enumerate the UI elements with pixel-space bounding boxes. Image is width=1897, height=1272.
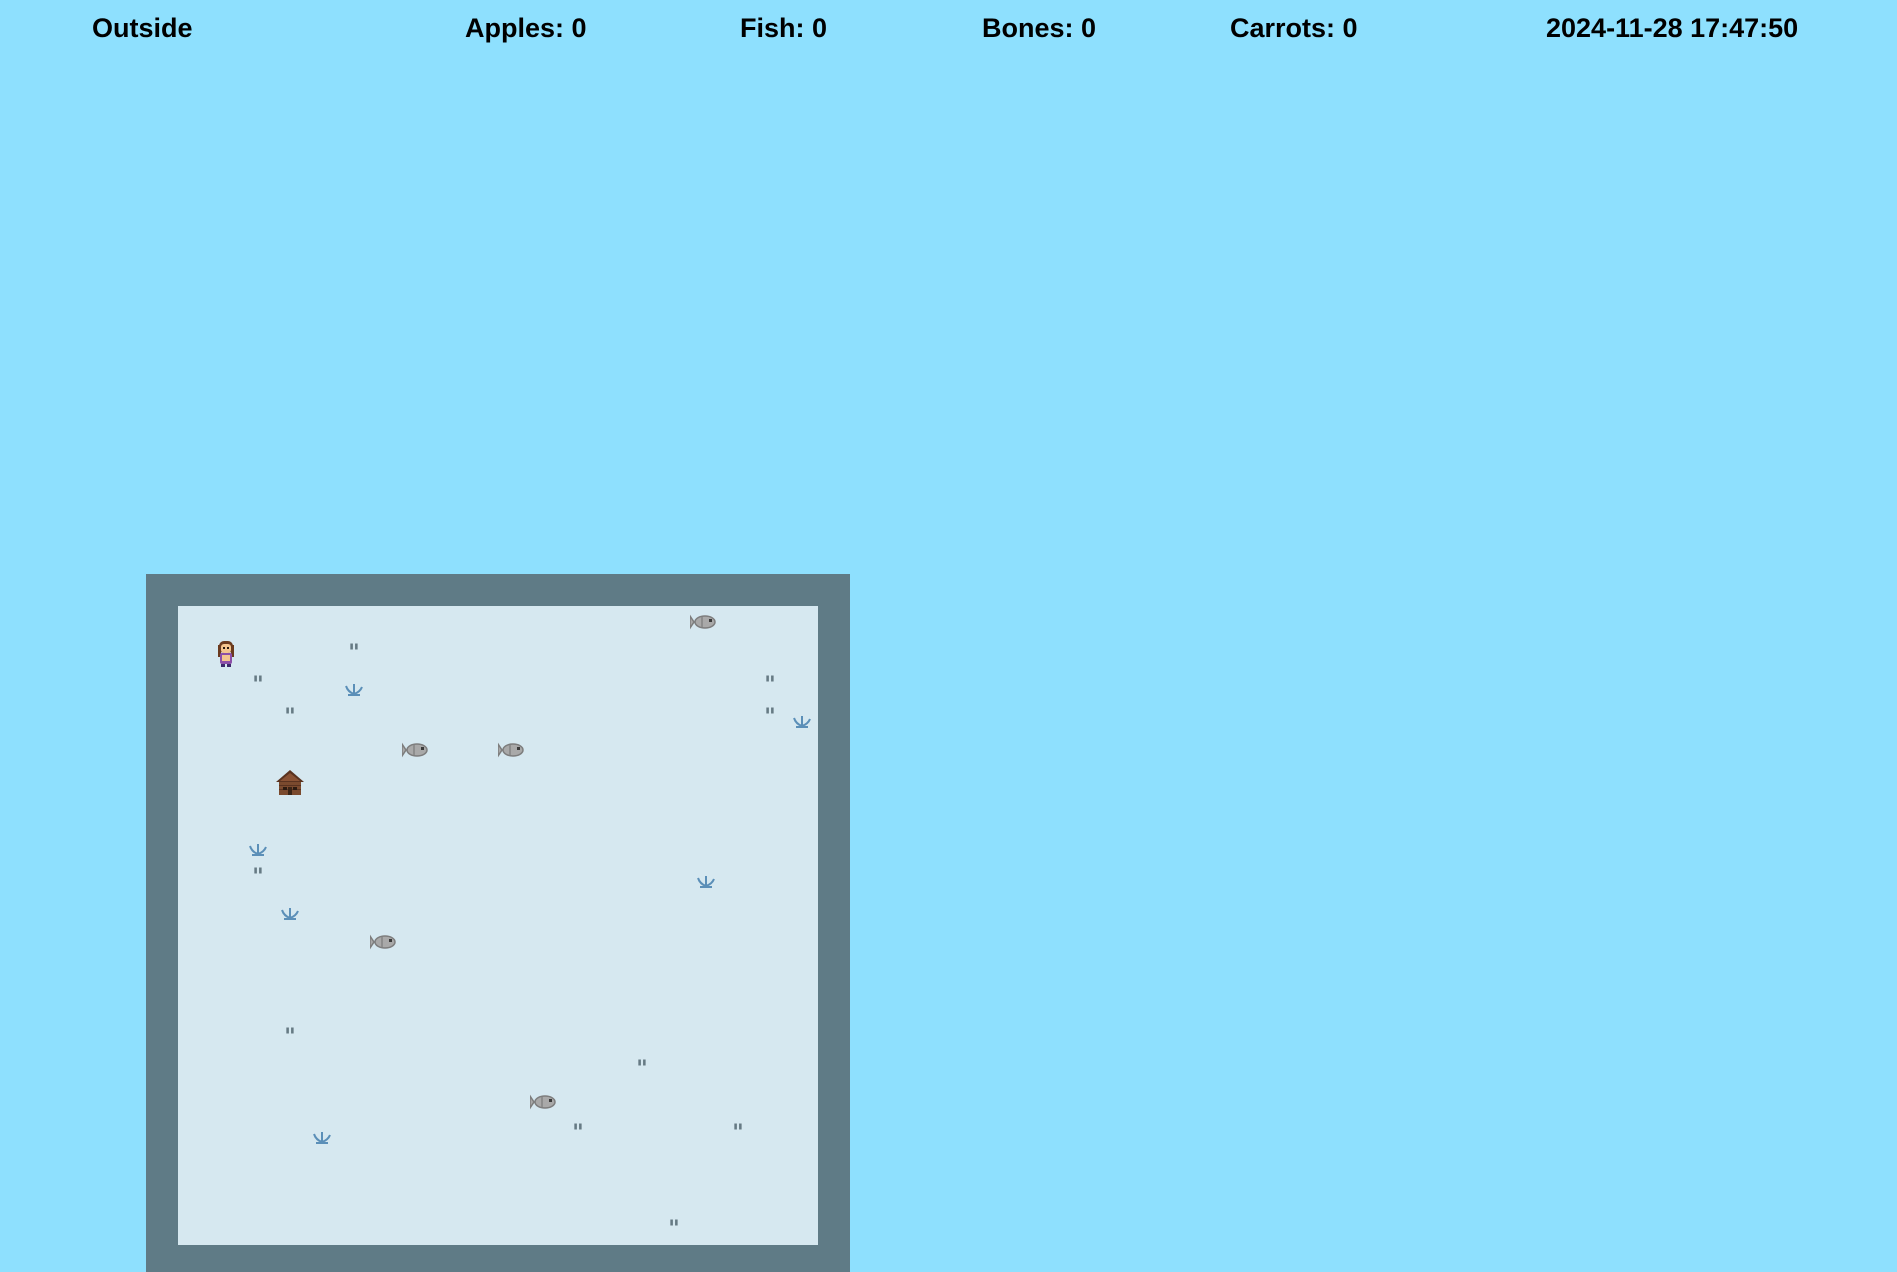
sprout-icon [338,670,370,702]
fish-icon[interactable] [370,926,402,958]
fish-icon[interactable] [402,734,434,766]
grass-tuft-icon: " [636,1057,648,1082]
grass-tuft-icon: " [732,1121,744,1146]
grass-tuft-icon: " [572,1121,584,1146]
sprout-icon [786,702,818,734]
grass-tuft-icon: " [348,641,360,666]
grass-tuft-icon: " [284,1025,296,1050]
fish-icon[interactable] [498,734,530,766]
fish-icon[interactable] [530,1086,562,1118]
grass-tuft-icon: " [284,705,296,730]
grass-tuft-icon: " [252,865,264,890]
map-floor[interactable]: " " " " " " " " " " " [178,606,818,1245]
game-stage: Outside Apples: 0 Fish: 0 Bones: 0 Carro… [0,0,1897,1272]
grass-tuft-icon: " [252,673,264,698]
fish-icon[interactable] [690,606,722,638]
bones-counter: Bones: 0 [982,13,1097,43]
player-girl-icon[interactable] [210,638,242,670]
grass-tuft-icon: " [764,673,776,698]
apples-counter: Apples: 0 [465,13,587,43]
grass-tuft-icon: " [764,705,776,730]
sprout-icon [306,1118,338,1150]
grass-tuft-icon: " [668,1217,680,1242]
location-label: Outside [92,13,193,43]
carrots-counter: Carrots: 0 [1230,13,1358,43]
fish-counter: Fish: 0 [740,13,828,43]
datetime-label: 2024-11-28 17:47:50 [1546,13,1799,43]
sprout-icon [242,830,274,862]
cabin-icon[interactable] [274,766,306,798]
sprout-icon [274,894,306,926]
sprout-icon [690,862,722,894]
